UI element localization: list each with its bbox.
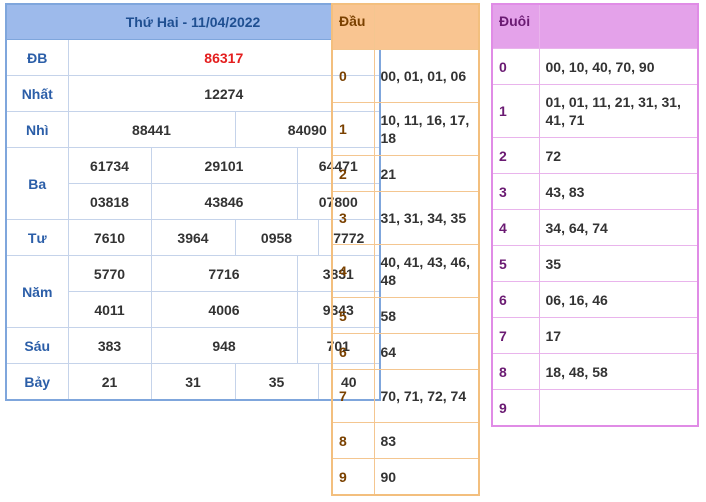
- duoi-row: 5 35: [491, 245, 699, 282]
- duoi-values: 35: [538, 245, 699, 282]
- duoi-digit: 1: [491, 84, 540, 138]
- prize-label-nhat: Nhất: [5, 75, 69, 112]
- duoi-values: 00, 10, 40, 70, 90: [538, 48, 699, 85]
- prize-value-nam: 4011: [67, 291, 152, 328]
- dau-table: Đầu 0 00, 01, 01, 06 1 10, 11, 16, 17, 1…: [331, 3, 480, 496]
- dau-row: 7 70, 71, 72, 74: [331, 369, 480, 423]
- duoi-row: 0 00, 10, 40, 70, 90: [491, 48, 699, 85]
- dau-header: Đầu: [331, 3, 375, 50]
- dau-digit: 8: [331, 422, 375, 459]
- dau-values: 21: [373, 155, 480, 192]
- prize-value-nam: 4006: [150, 291, 298, 328]
- duoi-digit: 5: [491, 245, 540, 282]
- prize-value-bay: 21: [67, 363, 152, 401]
- dau-header-blank: [373, 3, 480, 50]
- duoi-values: 43, 83: [538, 173, 699, 210]
- dau-digit: 9: [331, 458, 375, 496]
- prize-value-nam: 5770: [67, 255, 152, 292]
- prize-value-nam: 7716: [150, 255, 298, 292]
- dau-row: 1 10, 11, 16, 17, 18: [331, 102, 480, 156]
- prize-value-tu: 0958: [234, 219, 319, 256]
- dau-digit: 4: [331, 244, 375, 298]
- duoi-values: 17: [538, 317, 699, 354]
- duoi-row: 2 72: [491, 137, 699, 174]
- duoi-values: 72: [538, 137, 699, 174]
- duoi-values: [538, 389, 699, 427]
- duoi-row: 3 43, 83: [491, 173, 699, 210]
- dau-values: 10, 11, 16, 17, 18: [373, 102, 480, 156]
- prize-value-tu: 3964: [150, 219, 236, 256]
- dau-values: 83: [373, 422, 480, 459]
- prize-value-ba: 43846: [150, 183, 298, 220]
- duoi-digit: 8: [491, 353, 540, 390]
- dau-digit: 6: [331, 333, 375, 370]
- prize-value-bay: 31: [150, 363, 236, 401]
- dau-digit: 1: [331, 102, 375, 156]
- duoi-header-blank: [538, 3, 699, 49]
- duoi-row: 4 34, 64, 74: [491, 209, 699, 246]
- prize-label-sau: Sáu: [5, 327, 69, 364]
- duoi-row: 8 18, 48, 58: [491, 353, 699, 390]
- dau-digit: 0: [331, 49, 375, 103]
- dau-row: 4 40, 41, 43, 46, 48: [331, 244, 480, 298]
- dau-digit: 3: [331, 191, 375, 245]
- prize-label-ba: Ba: [5, 147, 69, 220]
- duoi-row: 1 01, 01, 11, 21, 31, 31, 41, 71: [491, 84, 699, 138]
- prize-label-nhi: Nhì: [5, 111, 69, 148]
- prize-value-tu: 7610: [67, 219, 152, 256]
- duoi-values: 18, 48, 58: [538, 353, 699, 390]
- dau-values: 90: [373, 458, 480, 496]
- duoi-digit: 7: [491, 317, 540, 354]
- duoi-digit: 3: [491, 173, 540, 210]
- prize-value-sau: 948: [150, 327, 298, 364]
- dau-values: 00, 01, 01, 06: [373, 49, 480, 103]
- duoi-digit: 6: [491, 281, 540, 318]
- dau-digit: 5: [331, 297, 375, 334]
- prize-value-nhi: 88441: [67, 111, 236, 148]
- dau-values: 40, 41, 43, 46, 48: [373, 244, 480, 298]
- duoi-values: 01, 01, 11, 21, 31, 31, 41, 71: [538, 84, 699, 138]
- duoi-header: Đuôi: [491, 3, 540, 49]
- duoi-row: 7 17: [491, 317, 699, 354]
- results-title: Thứ Hai - 11/04/2022: [5, 3, 381, 40]
- duoi-table: Đuôi 0 00, 10, 40, 70, 90 1 01, 01, 11, …: [491, 3, 699, 427]
- dau-digit: 7: [331, 369, 375, 423]
- prize-label-nam: Năm: [5, 255, 69, 328]
- duoi-values: 34, 64, 74: [538, 209, 699, 246]
- dau-values: 31, 31, 34, 35: [373, 191, 480, 245]
- prize-label-bay: Bảy: [5, 363, 69, 401]
- prize-value-sau: 383: [67, 327, 152, 364]
- dau-row: 5 58: [331, 297, 480, 334]
- dau-row: 9 90: [331, 458, 480, 496]
- prize-value-ba: 03818: [67, 183, 152, 220]
- duoi-digit: 0: [491, 48, 540, 85]
- dau-digit: 2: [331, 155, 375, 192]
- prize-value-ba: 29101: [150, 147, 298, 184]
- duoi-values: 06, 16, 46: [538, 281, 699, 318]
- duoi-digit: 9: [491, 389, 540, 427]
- dau-row: 6 64: [331, 333, 480, 370]
- prize-value-bay: 35: [234, 363, 319, 401]
- duoi-digit: 4: [491, 209, 540, 246]
- dau-row: 0 00, 01, 01, 06: [331, 49, 480, 103]
- prize-label-tu: Tư: [5, 219, 69, 256]
- dau-row: 2 21: [331, 155, 480, 192]
- prize-value-ba: 61734: [67, 147, 152, 184]
- dau-row: 3 31, 31, 34, 35: [331, 191, 480, 245]
- dau-values: 58: [373, 297, 480, 334]
- duoi-row: 9: [491, 389, 699, 427]
- duoi-row: 6 06, 16, 46: [491, 281, 699, 318]
- dau-row: 8 83: [331, 422, 480, 459]
- duoi-digit: 2: [491, 137, 540, 174]
- results-table: Thứ Hai - 11/04/2022 ĐB 86317 Nhất 12274…: [5, 3, 382, 401]
- dau-values: 64: [373, 333, 480, 370]
- prize-label-db: ĐB: [5, 39, 69, 76]
- dau-values: 70, 71, 72, 74: [373, 369, 480, 423]
